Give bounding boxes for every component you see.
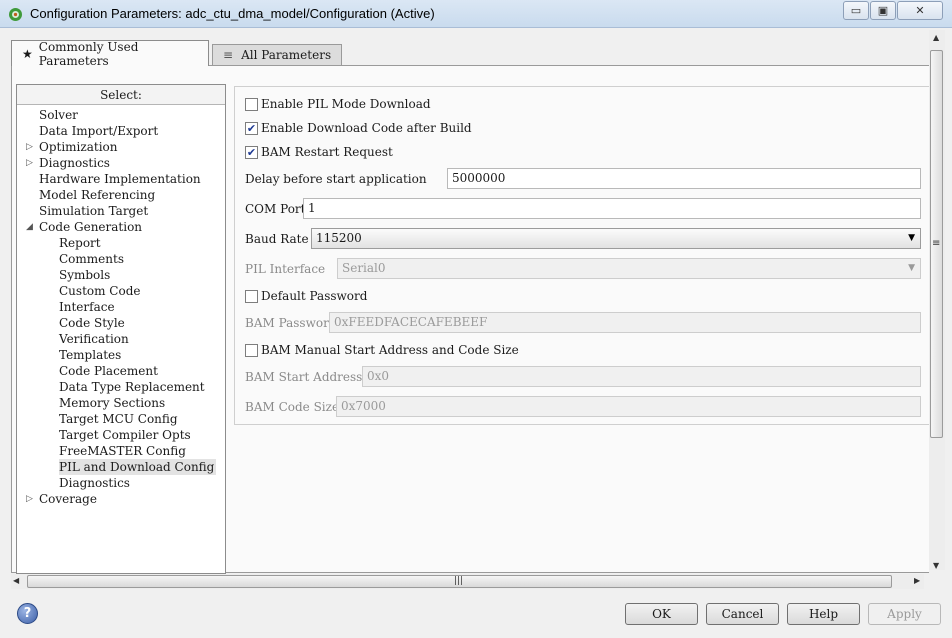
ok-button[interactable]: OK <box>625 603 698 625</box>
tree-item[interactable]: Comments <box>59 251 124 267</box>
tree-item[interactable]: Solver <box>39 107 78 123</box>
baud-rate-label: Baud Rate <box>245 232 309 246</box>
bam-start-input: 0x0 <box>362 366 921 387</box>
tree-item[interactable]: Templates <box>59 347 121 363</box>
expand-icon[interactable]: ▷ <box>26 494 33 504</box>
enable-pil-checkbox[interactable] <box>245 98 258 111</box>
tree-header: Select: <box>17 85 225 105</box>
tree-item[interactable]: Code Generation <box>39 219 142 235</box>
tree-item[interactable]: PIL and Download Config <box>59 459 217 475</box>
close-button[interactable]: ✕ <box>897 1 943 20</box>
title-bar: Configuration Parameters: adc_ctu_dma_mo… <box>0 0 952 28</box>
cancel-button[interactable]: Cancel <box>706 603 779 625</box>
bam-manual-checkbox[interactable] <box>245 344 258 357</box>
tab-commonly-used-parameters[interactable]: ★ Commonly Used Parameters <box>11 39 209 68</box>
tree-item[interactable]: Interface <box>59 299 115 315</box>
enable-download-checkbox[interactable]: ✔ <box>245 122 258 135</box>
scroll-grip-icon: ≡ <box>932 238 941 249</box>
tree-item[interactable]: FreeMASTER Config <box>59 443 186 459</box>
tree-item[interactable]: Optimization <box>39 139 118 155</box>
tree-item[interactable]: Custom Code <box>59 283 141 299</box>
maximize-button[interactable]: ▣ <box>870 1 896 20</box>
pil-interface-value: Serial0 <box>342 261 386 275</box>
com-port-input[interactable]: 1 <box>303 198 921 219</box>
collapse-icon[interactable]: ◢ <box>26 222 33 232</box>
tab-label: All Parameters <box>241 48 332 62</box>
bam-code-size-label: BAM Code Size <box>245 400 340 414</box>
tree-item[interactable]: Simulation Target <box>39 203 148 219</box>
baud-rate-value: 115200 <box>316 231 362 245</box>
bam-password-input: 0xFEEDFACECAFEBEEF <box>329 312 921 333</box>
apply-button[interactable]: Apply <box>868 603 941 625</box>
bam-code-size-input: 0x7000 <box>336 396 921 417</box>
com-port-label: COM Port <box>245 202 306 216</box>
help-icon[interactable]: ? <box>17 603 38 624</box>
tree-item[interactable]: Verification <box>59 331 129 347</box>
select-tree[interactable]: Select: Solver Data Import/Export ▷ Optimiz… <box>16 84 226 574</box>
pil-interface-label: PIL Interface <box>245 262 326 276</box>
tree-item[interactable]: Diagnostics <box>39 155 110 171</box>
expand-icon[interactable]: ▷ <box>26 142 33 152</box>
simulink-icon <box>9 8 22 21</box>
maximize-icon: ▣ <box>877 4 889 17</box>
star-icon: ★ <box>22 46 33 61</box>
bam-restart-label: BAM Restart Request <box>261 145 393 159</box>
scroll-right-icon[interactable]: ▶ <box>914 576 920 585</box>
enable-pil-label: Enable PIL Mode Download <box>261 97 431 111</box>
tree-item[interactable]: Symbols <box>59 267 110 283</box>
tree-item[interactable]: Data Type Replacement <box>59 379 205 395</box>
bam-start-label: BAM Start Address <box>245 370 363 384</box>
minimize-button[interactable]: ▭ <box>843 1 869 20</box>
tree-item[interactable]: Coverage <box>39 491 97 507</box>
baud-rate-select[interactable]: 115200 ▼ <box>311 228 921 249</box>
tree-item[interactable]: Target Compiler Opts <box>59 427 191 443</box>
scroll-grip-icon: ||| <box>454 576 464 586</box>
chevron-down-icon: ▼ <box>908 233 915 243</box>
delay-input[interactable]: 5000000 <box>447 168 921 189</box>
tree-item[interactable]: Code Style <box>59 315 125 331</box>
bam-manual-label: BAM Manual Start Address and Code Size <box>261 343 519 357</box>
tree-item[interactable]: Hardware Implementation <box>39 171 201 187</box>
tree-item[interactable]: Code Placement <box>59 363 158 379</box>
default-password-checkbox[interactable] <box>245 290 258 303</box>
tab-all-parameters[interactable]: ≡ All Parameters <box>212 44 342 65</box>
minimize-icon: ▭ <box>850 4 862 17</box>
bam-password-label: BAM Password <box>245 316 337 330</box>
tree-item[interactable]: Target MCU Config <box>59 411 178 427</box>
default-password-label: Default Password <box>261 289 368 303</box>
settings-panel: Enable PIL Mode Download ✔ Enable Downlo… <box>234 86 929 425</box>
scroll-down-icon[interactable]: ▼ <box>933 561 939 570</box>
tree-item[interactable]: Report <box>59 235 101 251</box>
delay-label: Delay before start application <box>245 172 427 186</box>
list-icon: ≡ <box>223 48 234 62</box>
bam-restart-checkbox[interactable]: ✔ <box>245 146 258 159</box>
scroll-left-icon[interactable]: ◀ <box>13 576 19 585</box>
tab-label: Commonly Used Parameters <box>38 39 139 68</box>
enable-download-label: Enable Download Code after Build <box>261 121 472 135</box>
pil-interface-select: Serial0 ▼ <box>337 258 921 279</box>
expand-icon[interactable]: ▷ <box>26 158 33 168</box>
tree-item[interactable]: Memory Sections <box>59 395 165 411</box>
chevron-down-icon: ▼ <box>908 263 915 273</box>
window-title: Configuration Parameters: adc_ctu_dma_mo… <box>30 6 435 21</box>
scroll-up-icon[interactable]: ▲ <box>933 33 939 42</box>
tree-item[interactable]: Diagnostics <box>59 475 130 491</box>
help-button[interactable]: Help <box>787 603 860 625</box>
tree-item[interactable]: Model Referencing <box>39 187 155 203</box>
close-icon: ✕ <box>915 4 925 17</box>
tree-item[interactable]: Data Import/Export <box>39 123 158 139</box>
